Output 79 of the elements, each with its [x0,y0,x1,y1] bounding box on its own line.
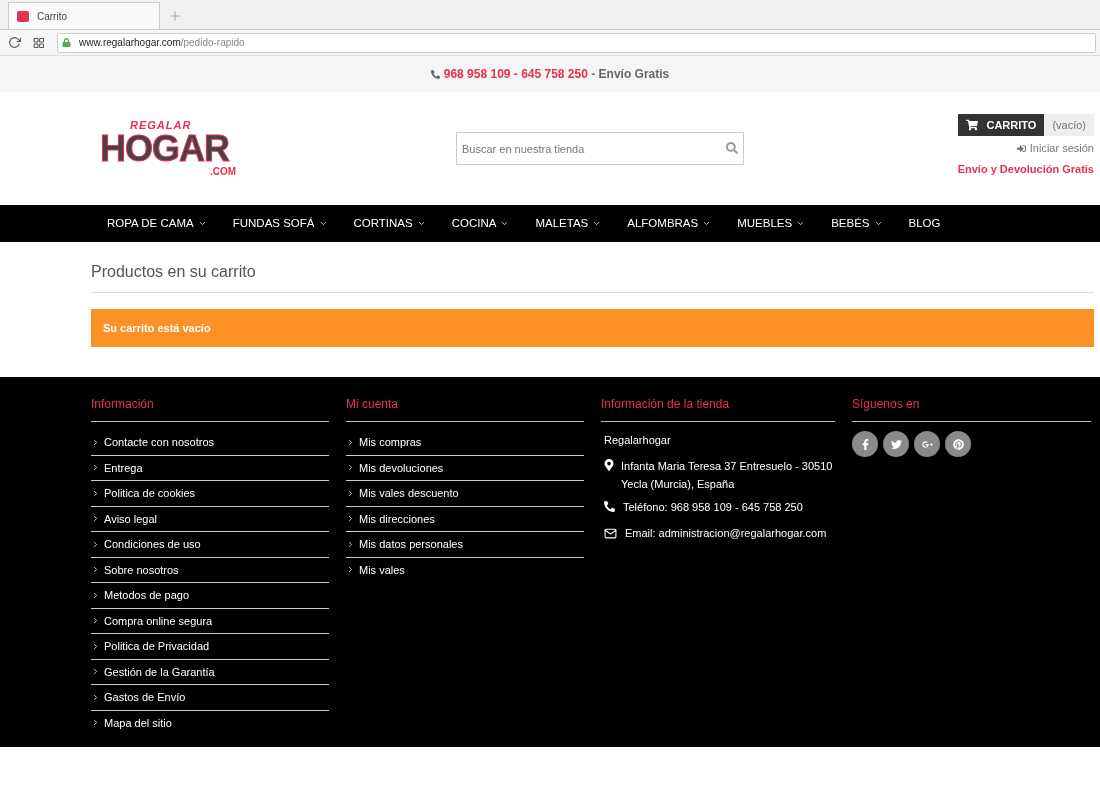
footer-link[interactable]: Mis datos personales [346,532,584,558]
nav-item[interactable]: COCINA [451,214,510,233]
cart-button[interactable]: CARRITO [958,114,1045,136]
chevron-icon [346,463,355,473]
social-link-icon[interactable] [945,431,971,457]
chevron-icon [91,692,100,702]
footer-link[interactable]: Compra online segura [91,608,329,634]
chevron-icon [346,565,355,575]
footer-link[interactable]: Gastos de Envío [91,685,329,711]
footer-link[interactable]: Sobre nosotros [91,557,329,583]
contact-phones: 968 958 109 - 645 758 250 - Envío Gratis [443,66,670,83]
chevron-icon [346,437,355,447]
grid-icon[interactable] [33,36,45,49]
phone-icon [430,69,440,79]
cart-status: (vacío) [1044,114,1094,136]
login-link[interactable]: Iniciar sesión [1016,140,1094,157]
chevron-icon [91,590,100,600]
search-field[interactable]: Buscar en nuestra tienda [456,132,744,165]
favicon-icon [17,10,29,22]
nav-item[interactable]: BLOG [908,214,941,233]
footer-link[interactable]: Politica de cookies [91,481,329,507]
reload-icon[interactable] [8,36,21,49]
social-link-icon[interactable] [883,431,909,457]
social-link-icon[interactable] [914,431,940,457]
cart-icon [966,119,979,131]
nav-item[interactable]: ROPA DE CAMA [107,214,207,233]
chevron-icon [91,667,100,677]
empty-cart-alert: Su carrito está vacío [91,309,1094,347]
nav-item[interactable]: FUNDAS SOFÁ [232,214,328,233]
footer-link[interactable]: Mis devoluciones [346,455,584,481]
phone-icon [604,501,615,513]
nav-item[interactable]: ALFOMBRAS [627,214,712,233]
nav-item[interactable]: MALETAS [535,214,602,233]
store-phone: Teléfono: 968 958 109 - 645 758 250 [623,499,803,515]
footer-link[interactable]: Condiciones de uso [91,532,329,558]
chevron-icon [91,718,100,728]
footer-heading: Información [91,395,329,422]
store-address: Infanta Maria Teresa 37 Entresuelo - 30510 Yecla (Murcia), España [621,458,834,492]
nav-item[interactable]: BEBÉS [831,214,883,233]
footer-heading: Síguenos en [852,395,1091,422]
chevron-icon [346,514,355,524]
page-title: Productos en su carrito [91,260,1094,293]
store-email: Email: administracion@regalarhogar.com [625,526,827,541]
footer-link[interactable]: Gestión de la Garantía [91,659,329,685]
nav-item[interactable]: CORTINAS [353,214,426,233]
location-pin-icon [604,458,614,471]
chevron-icon [91,565,100,575]
footer-link[interactable]: Entrega [91,455,329,481]
nav-item[interactable]: MUEBLES [737,214,806,233]
chevron-icon [91,463,100,473]
chevron-icon [91,539,100,549]
footer-link[interactable]: Mis compras [346,430,584,456]
lock-icon [62,38,71,47]
chevron-icon [91,641,100,651]
footer-link[interactable]: Mis vales [346,557,584,582]
chevron-icon [91,616,100,626]
footer-link[interactable]: Mapa del sitio [91,710,329,735]
mail-icon [604,526,617,540]
sign-in-icon [1016,143,1026,153]
footer-link[interactable]: Contacte con nosotros [91,430,329,456]
footer-heading: Información de la tienda [601,395,835,422]
footer-link[interactable]: Aviso legal [91,506,329,532]
footer-link[interactable]: Metodos de pago [91,583,329,609]
footer-link[interactable]: Politica de Privacidad [91,634,329,660]
chevron-icon [91,488,100,498]
chevron-icon [346,539,355,549]
site-logo[interactable]: REGALAR HOGAR .COM [100,120,270,177]
chevron-icon [91,437,100,447]
social-link-icon[interactable] [852,431,878,457]
footer-heading: Mi cuenta [346,395,584,422]
footer-link[interactable]: Mis vales descuento [346,481,584,507]
chevron-icon [91,514,100,524]
browser-tab[interactable]: Carrito [8,2,160,29]
search-icon[interactable] [726,142,738,154]
store-name: Regalarhogar [604,433,672,448]
footer-link[interactable]: Mis direcciones [346,506,584,532]
address-bar[interactable]: www.regalarhogar.com/pedido-rapido [57,32,1096,53]
chevron-icon [346,488,355,498]
promo-text: Envío y Devolución Gratis [957,161,1094,177]
